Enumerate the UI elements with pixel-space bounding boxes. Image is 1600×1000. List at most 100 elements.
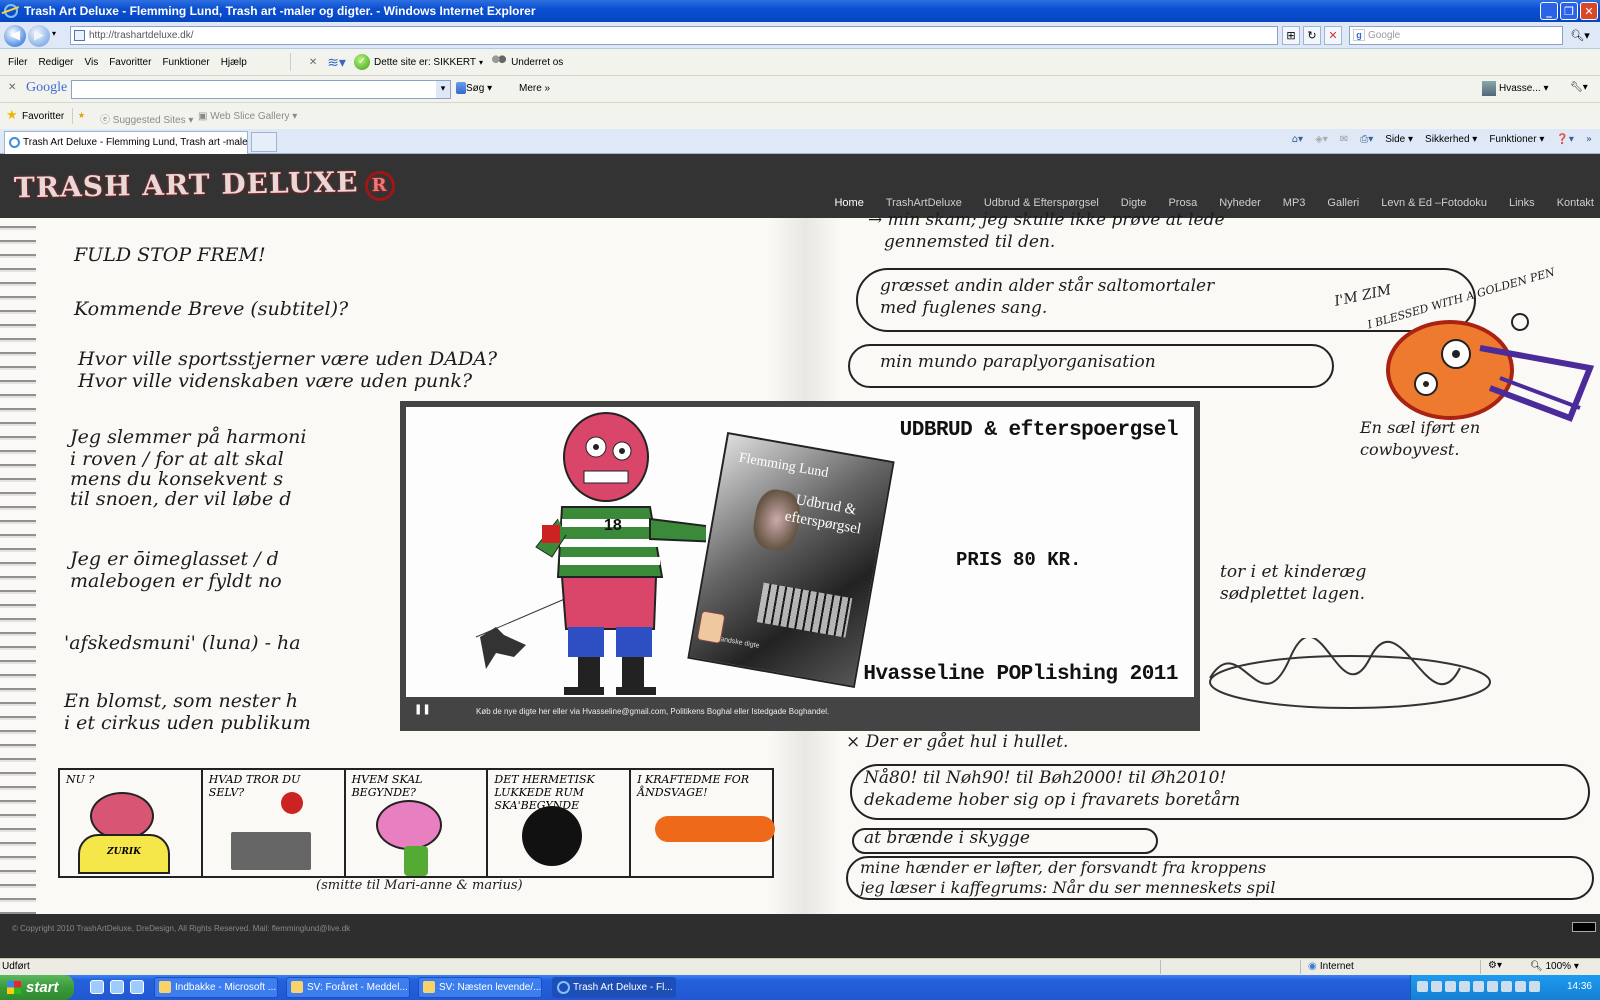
tray-icon[interactable] xyxy=(1487,981,1498,992)
tray-icon[interactable] xyxy=(1529,981,1540,992)
mail-icon[interactable]: ✉ xyxy=(1340,134,1348,145)
close-button[interactable]: ✕ xyxy=(1580,2,1598,20)
web-slice-gallery-link[interactable]: ▣ Web Slice Gallery ▾ xyxy=(198,111,297,122)
menu-favorites[interactable]: Favoritter xyxy=(109,57,151,68)
character-head-drawing xyxy=(90,792,154,840)
tray-icon[interactable] xyxy=(1459,981,1470,992)
add-favorite-icon[interactable]: ⭑ xyxy=(78,108,85,123)
notify-link[interactable]: Underret os xyxy=(511,57,563,68)
nav-udbrud[interactable]: Udbrud & Efterspørgsel xyxy=(984,197,1099,209)
minimize-button[interactable]: _ xyxy=(1540,2,1558,20)
safety-menu[interactable]: Sikkerhed ▾ xyxy=(1425,134,1477,145)
address-tools: ⊞ ↻ ✕ xyxy=(1282,26,1342,45)
feeds-icon[interactable]: ◈▾ xyxy=(1315,134,1328,145)
start-button[interactable]: start xyxy=(0,975,74,1000)
nav-digte[interactable]: Digte xyxy=(1121,197,1147,209)
site-logo[interactable]: TRASH ART DELUXE R xyxy=(14,165,395,208)
taskbar-item[interactable]: Indbakke - Microsoft ... xyxy=(154,977,278,998)
google-more-button[interactable]: Mere » xyxy=(519,83,550,94)
comic-text: HVEM SKAL BEGYNDE? xyxy=(351,773,423,799)
tab-bar: Trash Art Deluxe - Flemming Lund, Trash … xyxy=(0,129,1600,154)
note-line: at brænde i skygge xyxy=(864,828,1030,848)
close-toolbar-icon[interactable]: ✕ xyxy=(8,82,16,93)
nav-trashartdeluxe[interactable]: TrashArtDeluxe xyxy=(886,197,962,209)
comic-panel: NU ? ZURIK xyxy=(60,770,203,876)
site-status[interactable]: Dette site er: SIKKERT xyxy=(374,57,476,68)
comic-panel: HVAD TROR DU SELV? xyxy=(203,770,346,876)
home-icon[interactable]: ⌂▾ xyxy=(1292,134,1303,145)
nav-mp3[interactable]: MP3 xyxy=(1283,197,1306,209)
google-search-input[interactable] xyxy=(71,80,451,99)
nav-home[interactable]: Home xyxy=(834,197,863,209)
menu-file[interactable]: Filer xyxy=(8,57,27,68)
nav-galleri[interactable]: Galleri xyxy=(1327,197,1359,209)
nav-nyheder[interactable]: Nyheder xyxy=(1219,197,1261,209)
tab-trash-art-deluxe[interactable]: Trash Art Deluxe - Flemming Lund, Trash … xyxy=(4,131,248,154)
tray-icon[interactable] xyxy=(1515,981,1526,992)
copyright-text: © Copyright 2010 TrashArtDeluxe, DreDesi… xyxy=(12,924,351,933)
menu-edit[interactable]: Rediger xyxy=(38,57,73,68)
note-line: Jeg er ōimeglasset / d xyxy=(70,548,279,570)
google-g-icon xyxy=(456,82,466,94)
menu-view[interactable]: Vis xyxy=(84,57,98,68)
tray-icon[interactable] xyxy=(1445,981,1456,992)
forward-button[interactable]: ▶ xyxy=(28,25,50,47)
taskbar-item[interactable]: SV: Næsten levende/... xyxy=(418,977,542,998)
back-button[interactable]: ◀ xyxy=(4,25,26,47)
print-icon[interactable]: ⎙▾ xyxy=(1360,134,1373,145)
refresh-icon[interactable]: ↻ xyxy=(1303,26,1321,45)
pause-icon[interactable]: ❚❚ xyxy=(414,704,431,715)
nav-links[interactable]: Links xyxy=(1509,197,1535,209)
desktop-icon[interactable] xyxy=(90,980,104,994)
url-field[interactable]: http://trashartdeluxe.dk/ xyxy=(70,26,1278,45)
slideshow[interactable]: 18 Flemming Lund Udbrud & efterspørgsel … xyxy=(400,401,1200,731)
google-search-icon: g xyxy=(1353,29,1365,41)
nav-levn-ed[interactable]: Levn & Ed –Fotodoku xyxy=(1381,197,1487,209)
nav-prosa[interactable]: Prosa xyxy=(1168,197,1197,209)
note-line: gennemsted til den. xyxy=(884,232,1056,252)
book-cover[interactable]: Flemming Lund Udbrud & efterspørgsel ude… xyxy=(687,431,895,689)
comic-strip: NU ? ZURIK HVAD TROR DU SELV? HVEM SKAL … xyxy=(58,768,776,878)
taskbar-item[interactable]: SV: Foråret - Meddel... xyxy=(286,977,410,998)
slide[interactable]: 18 Flemming Lund Udbrud & efterspørgsel … xyxy=(406,407,1194,697)
maximize-button[interactable]: ❐ xyxy=(1560,2,1578,20)
menu-bar: Filer Rediger Vis Favoritter Funktioner … xyxy=(0,49,1600,76)
new-tab-button[interactable] xyxy=(251,132,277,152)
help-icon[interactable]: ❓▾ xyxy=(1556,134,1573,145)
wrench-icon[interactable]: 🔧︎▾ xyxy=(1570,82,1588,93)
chevron-right-icon[interactable]: » xyxy=(1586,134,1592,145)
tray-icon[interactable] xyxy=(1417,981,1428,992)
favorites-button[interactable]: Favoritter xyxy=(22,111,64,122)
history-dropdown-icon[interactable]: ▾ xyxy=(52,29,56,38)
tray-icon[interactable] xyxy=(1501,981,1512,992)
book-author: Flemming Lund xyxy=(737,450,830,482)
nav-kontakt[interactable]: Kontakt xyxy=(1557,197,1594,209)
menu-tools[interactable]: Funktioner xyxy=(162,57,209,68)
search-go-icon[interactable]: 🔍︎▾ xyxy=(1566,26,1594,45)
taskbar-item-active[interactable]: Trash Art Deluxe - Fl... xyxy=(552,977,676,998)
page-menu[interactable]: Side ▾ xyxy=(1385,134,1413,145)
safe-check-icon: ✓ xyxy=(353,54,370,70)
menu-help[interactable]: Hjælp xyxy=(221,57,247,68)
zoom-level[interactable]: 🔍︎ 100% ▾ xyxy=(1530,961,1579,972)
tools-menu[interactable]: Funktioner ▾ xyxy=(1489,134,1544,145)
protected-mode-icon[interactable]: ⚙▾ xyxy=(1488,960,1502,971)
mini-player[interactable] xyxy=(1572,922,1596,932)
ie-launch-icon[interactable] xyxy=(110,980,124,994)
outlook-launch-icon[interactable] xyxy=(130,980,144,994)
note-line: med fuglenes sang. xyxy=(880,298,1048,318)
close-toolbar-icon[interactable]: ✕ xyxy=(309,57,317,68)
stop-icon[interactable]: ✕ xyxy=(1324,26,1342,45)
site-footer: © Copyright 2010 TrashArtDeluxe, DreDesi… xyxy=(0,914,1600,958)
google-user-menu[interactable]: Hvasse... ▾ xyxy=(1499,83,1549,94)
suggested-sites-link[interactable]: ⓔ Suggested Sites ▾ xyxy=(100,111,193,126)
tray-icon[interactable] xyxy=(1431,981,1442,992)
chevron-down-icon[interactable]: ▾ xyxy=(479,58,483,67)
security-zone[interactable]: Internet xyxy=(1308,961,1354,972)
note-line: En blomst, som nester h xyxy=(64,690,299,712)
tray-icon[interactable] xyxy=(1473,981,1484,992)
wifi-icon[interactable]: ≋▾ xyxy=(327,54,346,71)
search-input[interactable]: g Google xyxy=(1349,26,1563,45)
compat-view-icon[interactable]: ⊞ xyxy=(1282,26,1300,45)
google-search-button[interactable]: Søg ▾ xyxy=(466,83,492,94)
